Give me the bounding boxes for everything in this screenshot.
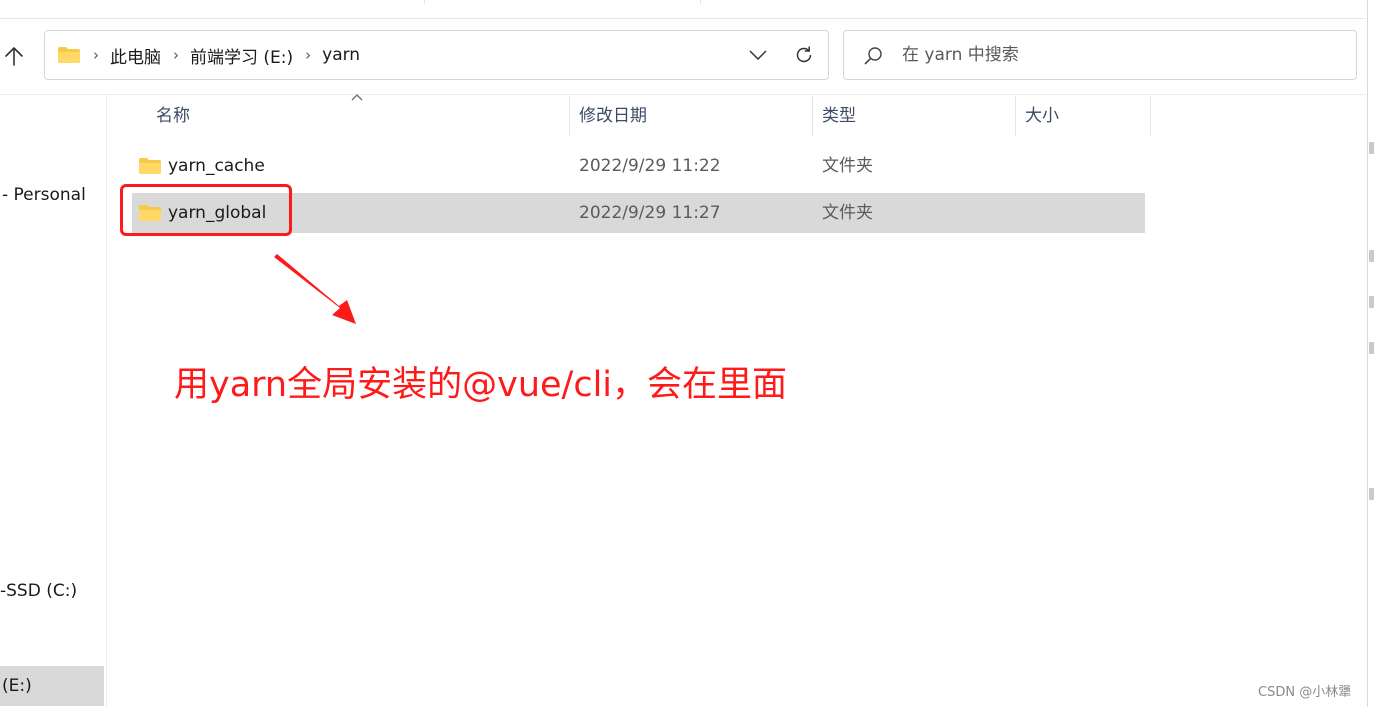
refresh-button[interactable] [791,41,817,69]
annotation-highlight-box [120,184,292,236]
chevron-right-icon[interactable]: › [93,46,99,64]
address-bar[interactable]: › 此电脑 › 前端学习 (E:) › yarn [44,30,829,80]
up-arrow-icon [5,47,23,66]
folder-icon [139,158,161,174]
column-header-modified[interactable]: 修改日期 [579,96,647,136]
nav-item-drive-e[interactable]: (E:) [0,666,104,706]
breadcrumb: › 此电脑 › 前端学习 (E:) › yarn [57,31,360,79]
annotation-text: 用yarn全局安装的@vue/cli，会在里面 [174,365,788,405]
tab-separator [424,0,425,4]
edge-fragment [1369,250,1374,262]
tab-separator [700,0,701,4]
window-top-strip [0,0,1366,19]
file-modified: 2022/9/29 11:27 [579,203,721,223]
column-header-type[interactable]: 类型 [822,96,856,136]
column-header-name[interactable]: 名称 [156,96,190,136]
column-header-size[interactable]: 大小 [1025,96,1059,136]
edge-fragment [1369,296,1374,308]
annotation-arrow-icon [274,254,356,324]
breadcrumb-item-this-pc[interactable]: 此电脑 [110,43,161,68]
column-separator[interactable] [1150,96,1151,136]
background-window-edge [1367,0,1374,707]
chevron-right-icon[interactable]: › [305,46,311,64]
folder-icon [58,47,80,63]
chevron-right-icon[interactable]: › [173,46,179,64]
file-row[interactable]: yarn_cache 2022/9/29 11:22 文件夹 [132,146,1145,186]
address-history-dropdown[interactable] [745,41,771,69]
refresh-icon [796,46,812,63]
sort-up-icon [351,94,363,101]
nav-item-drive-c[interactable]: -SSD (C:) [0,571,77,611]
column-separator[interactable] [812,96,813,136]
navigation-pane: - Personal -SSD (C:) (E:) [0,95,107,707]
file-type: 文件夹 [822,203,873,223]
search-icon [864,47,882,65]
breadcrumb-item-yarn[interactable]: yarn [322,45,360,65]
watermark: CSDN @小林犟 [1258,685,1352,700]
edge-fragment [1369,142,1374,154]
column-separator[interactable] [1015,96,1016,136]
up-button[interactable] [0,40,28,72]
column-separator[interactable] [569,96,570,136]
chevron-down-icon [749,50,767,60]
edge-fragment [1369,342,1374,354]
breadcrumb-item-drive-e[interactable]: 前端学习 (E:) [190,43,293,68]
search-input[interactable] [902,41,1332,69]
file-type: 文件夹 [822,156,873,176]
search-box[interactable] [843,30,1357,80]
edge-fragment [1369,488,1374,500]
nav-item-onedrive-personal[interactable]: - Personal [2,175,86,215]
file-name[interactable]: yarn_cache [168,146,265,186]
toolbar-divider [0,94,1366,95]
file-modified: 2022/9/29 11:22 [579,156,721,176]
